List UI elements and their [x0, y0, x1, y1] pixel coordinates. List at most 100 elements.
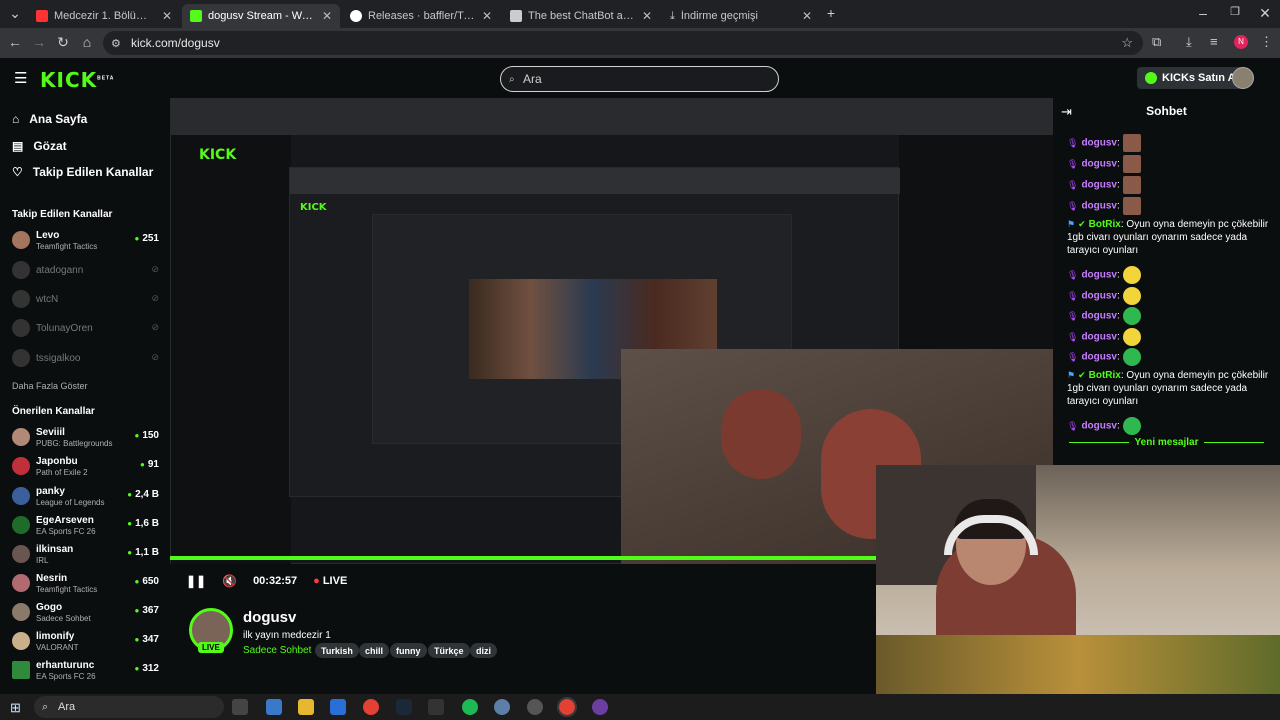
browser-tab-5[interactable]: ⤓ İndirme geçmişi ✕: [662, 4, 820, 28]
recommended-channel-panky[interactable]: panky League of Legends 2,4 B: [12, 484, 162, 510]
channel-name: ilkinsan: [36, 544, 74, 555]
close-tab-icon[interactable]: ✕: [482, 9, 492, 23]
obs-icon[interactable]: [527, 699, 543, 715]
recommended-channel-japonbu[interactable]: Japonbu Path of Exile 2 91: [12, 454, 162, 480]
browser-tab-3[interactable]: Releases · baffler/Transparent-Twitch-Ch…: [342, 4, 500, 28]
close-tab-icon[interactable]: ✕: [642, 9, 652, 23]
chat-title: Sohbet: [1146, 104, 1187, 118]
app-icon-2[interactable]: [494, 699, 510, 715]
address-bar[interactable]: ⚙ kick.com/dogusv ☆: [103, 31, 1143, 55]
pause-icon[interactable]: ❚❚: [186, 574, 206, 588]
new-tab-icon[interactable]: +: [822, 5, 840, 21]
volume-muted-icon[interactable]: 🔇: [222, 574, 237, 588]
show-more-link[interactable]: Daha Fazla Göster: [12, 381, 88, 391]
browser-tab-4[interactable]: The best ChatBot and Widgets ✕: [502, 4, 660, 28]
chat-username[interactable]: dogusv: [1081, 352, 1117, 363]
browser-tab-2[interactable]: dogusv Stream - Watch Live on Kick ✕: [182, 4, 340, 28]
chrome-icon[interactable]: [363, 699, 379, 715]
close-window-icon[interactable]: ✕: [1256, 5, 1274, 22]
browser-tab-1[interactable]: Medcezir 1. Bölüm (FULL HD) ✕: [28, 4, 180, 28]
store-icon[interactable]: [330, 699, 346, 715]
recommended-channel-ilkinsan[interactable]: ilkinsan IRL 1,1 B: [12, 542, 162, 568]
steam-icon[interactable]: [396, 699, 412, 715]
followed-channel-levo[interactable]: Levo Teamfight Tactics 251: [12, 228, 162, 254]
chat-username[interactable]: dogusv: [1081, 138, 1117, 149]
followed-channel-wtcn[interactable]: wtcN ⊘: [12, 287, 162, 313]
profile-avatar[interactable]: N: [1234, 35, 1248, 49]
buy-kicks-button[interactable]: KICKs Satın Al: [1137, 67, 1247, 89]
tab-title: İndirme geçmişi: [680, 10, 758, 22]
tag-turkish[interactable]: Turkish: [315, 643, 359, 658]
browser-menu-icon[interactable]: ⋮: [1260, 34, 1273, 50]
reload-icon[interactable]: ↻: [54, 34, 72, 51]
file-explorer-icon[interactable]: [298, 699, 314, 715]
nav-home[interactable]: ⌂ Ana Sayfa: [12, 112, 87, 126]
back-icon[interactable]: ←: [6, 34, 24, 50]
chat-username[interactable]: dogusv: [1081, 159, 1117, 170]
tag-chill[interactable]: chill: [359, 643, 390, 658]
chrome-active-icon[interactable]: [557, 697, 577, 717]
chat-username[interactable]: dogusv: [1081, 332, 1117, 343]
tag-turkce[interactable]: Türkçe: [428, 643, 470, 658]
kick-logo[interactable]: KICKBETA: [40, 68, 114, 92]
nav-following[interactable]: ♡ Takip Edilen Kanallar: [12, 165, 153, 179]
recommended-channel-erhanturunc[interactable]: erhanturunc EA Sports FC 26 312: [12, 658, 162, 684]
recommended-channel-nesrin[interactable]: Nesrin Teamfight Tactics 650: [12, 571, 162, 597]
chat-username[interactable]: BotRix: [1089, 219, 1121, 230]
chat-message: 🎙 dogusv:: [1067, 197, 1277, 215]
close-tab-icon[interactable]: ✕: [322, 9, 332, 23]
followed-channel-tolunayoren[interactable]: TolunayOren ⊘: [12, 316, 162, 342]
tab-search-icon[interactable]: ⌄: [6, 5, 24, 22]
channel-avatar: [12, 632, 30, 650]
stream-category[interactable]: Sadece Sohbet: [243, 645, 311, 656]
reading-list-icon[interactable]: ≡: [1210, 34, 1218, 49]
minimize-icon[interactable]: –: [1194, 5, 1212, 21]
site-info-icon[interactable]: ⚙: [111, 37, 121, 50]
epic-games-icon[interactable]: [428, 699, 444, 715]
restore-icon[interactable]: ❐: [1226, 5, 1244, 18]
recommended-channel-gogo[interactable]: Gogo Sadece Sohbet 367: [12, 600, 162, 626]
forward-icon[interactable]: →: [30, 34, 48, 50]
browser-tab-strip: ⌄ Medcezir 1. Bölüm (FULL HD) ✕ dogusv S…: [0, 0, 1280, 28]
playback-progress-bar[interactable]: [170, 556, 876, 560]
chat-username[interactable]: dogusv: [1081, 201, 1117, 212]
close-tab-icon[interactable]: ✕: [802, 9, 812, 23]
new-messages-divider[interactable]: Yeni mesajlar: [1053, 437, 1280, 448]
followed-channel-atadogann[interactable]: atadogann ⊘: [12, 258, 162, 284]
downloads-icon[interactable]: ⤓: [1186, 34, 1192, 50]
followed-channel-tssigalkoo[interactable]: tssigalkoo ⊘: [12, 346, 162, 372]
kicks-coin-icon: [1145, 72, 1157, 84]
taskbar-search-input[interactable]: ⌕ Ara: [34, 696, 224, 718]
chat-username[interactable]: BotRix: [1089, 370, 1121, 381]
channel-avatar: [12, 290, 30, 308]
chat-message-bot: ⚑ ✔ BotRix: Oyun oyna demeyin pc çökebilir…: [1067, 370, 1269, 407]
hamburger-menu-icon[interactable]: ☰: [14, 69, 27, 87]
app-icon-3[interactable]: [592, 699, 608, 715]
spotify-icon[interactable]: [462, 699, 478, 715]
streamer-name[interactable]: dogusv: [243, 609, 296, 626]
chat-message: 🎙 dogusv:: [1067, 155, 1277, 173]
chat-username[interactable]: dogusv: [1081, 291, 1117, 302]
user-avatar[interactable]: [1232, 67, 1254, 89]
recommended-channel-egearseven[interactable]: EgeArseven EA Sports FC 26 1,6 B: [12, 513, 162, 539]
close-tab-icon[interactable]: ✕: [162, 9, 172, 23]
search-input[interactable]: ⌕ Ara: [500, 66, 779, 92]
recommended-channel-limonify[interactable]: limonify VALORANT 347: [12, 629, 162, 655]
windows-start-icon[interactable]: ⊞: [10, 700, 21, 716]
channel-name: Gogo: [36, 602, 63, 613]
chat-username[interactable]: dogusv: [1081, 180, 1117, 191]
task-view-icon[interactable]: [232, 699, 248, 715]
tag-dizi[interactable]: dizi: [470, 643, 497, 658]
chat-username[interactable]: dogusv: [1081, 311, 1117, 322]
chat-username[interactable]: dogusv: [1081, 270, 1117, 281]
tab-title: The best ChatBot and Widgets: [528, 10, 636, 22]
bookmark-star-icon[interactable]: ☆: [1121, 35, 1133, 51]
app-icon[interactable]: [266, 699, 282, 715]
chat-username[interactable]: dogusv: [1081, 421, 1117, 432]
home-button-icon[interactable]: ⌂: [78, 34, 96, 50]
extensions-icon[interactable]: ⧉: [1152, 34, 1161, 50]
recommended-channel-seviiil[interactable]: Seviiil PUBG: Battlegrounds 150: [12, 425, 162, 451]
channel-category: League of Legends: [36, 498, 105, 507]
tag-funny[interactable]: funny: [390, 643, 427, 658]
nav-browse[interactable]: ▤ Gözat: [12, 139, 67, 153]
